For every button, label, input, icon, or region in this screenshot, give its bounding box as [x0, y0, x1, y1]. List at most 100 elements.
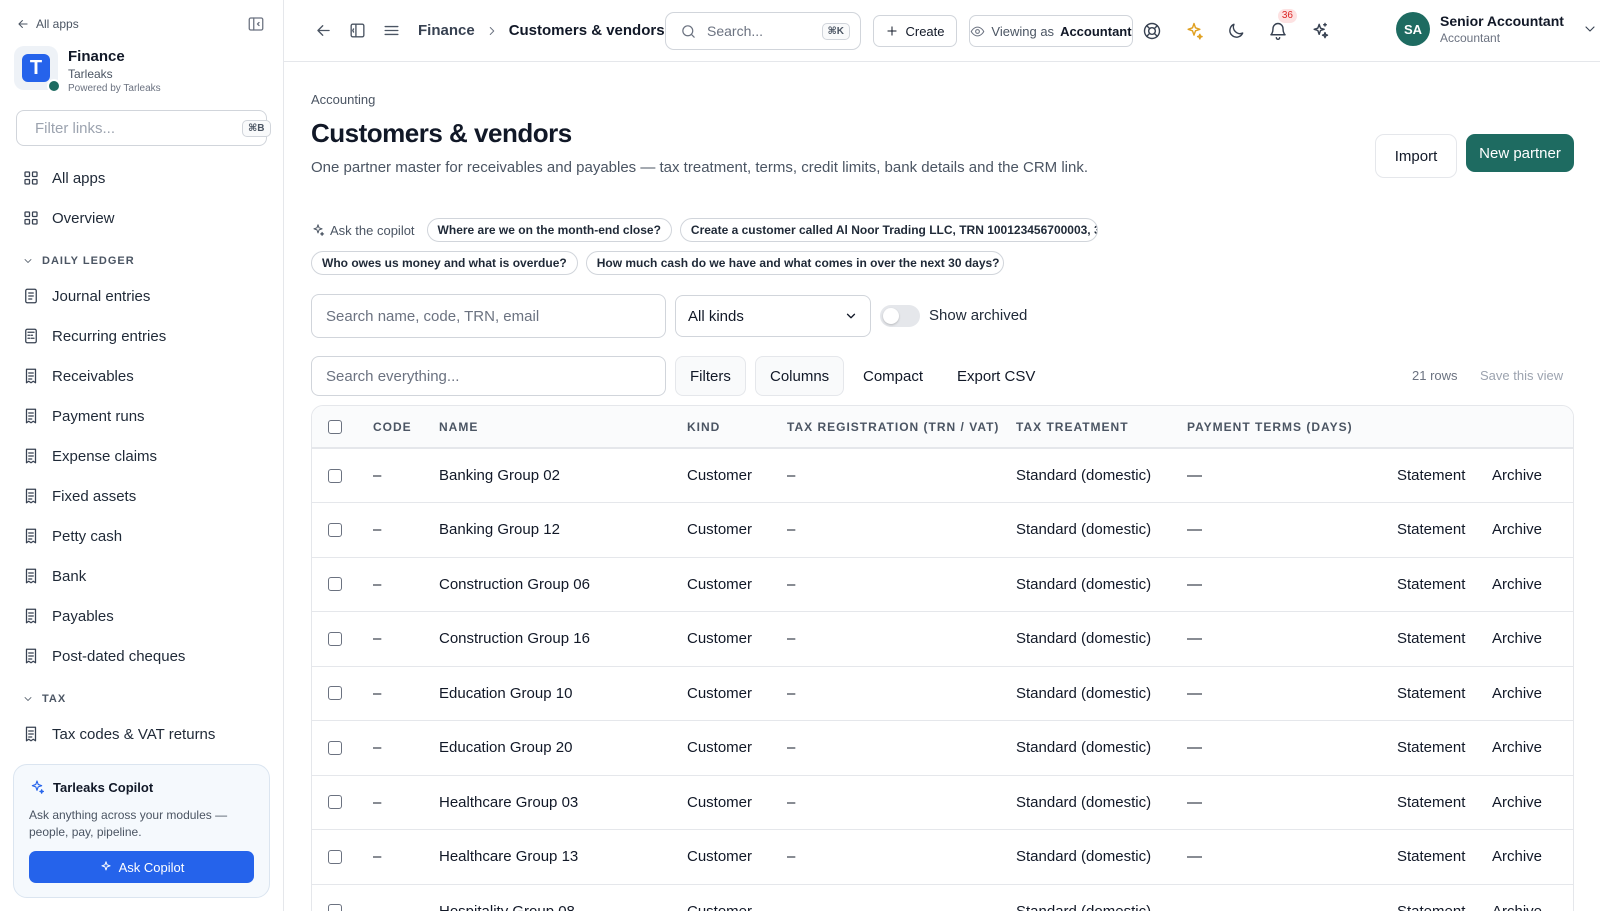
viewing-as-button[interactable]: Viewing as Accountant: [969, 15, 1133, 47]
cell-name[interactable]: Education Group 10: [439, 666, 687, 721]
row-checkbox[interactable]: [328, 577, 342, 592]
statement-link[interactable]: Statement: [1397, 576, 1465, 593]
column-header[interactable]: Name: [439, 406, 687, 449]
cell-name[interactable]: Healthcare Group 03: [439, 775, 687, 830]
table-row[interactable]: – Construction Group 06 Customer – Standard …: [312, 557, 1573, 612]
column-header[interactable]: Kind: [687, 406, 787, 449]
columns-button[interactable]: Columns: [755, 356, 845, 396]
compact-button[interactable]: Compact: [863, 356, 923, 396]
table-row[interactable]: – Education Group 20 Customer – Standard (do…: [312, 720, 1573, 776]
archive-link[interactable]: Archive: [1492, 467, 1542, 484]
cell-name[interactable]: Construction Group 16: [439, 611, 687, 667]
help-button[interactable]: [1135, 14, 1169, 48]
sidebar-item-expense-claims[interactable]: Expense claims: [0, 436, 283, 476]
collapse-sidebar-button[interactable]: [247, 15, 265, 33]
archive-link[interactable]: Archive: [1492, 576, 1542, 593]
sidebar-item-tax-codes-vat-returns[interactable]: Tax codes & VAT returns: [0, 714, 283, 754]
global-search[interactable]: Search... ⌘K: [665, 12, 861, 50]
breadcrumb-finance[interactable]: Finance: [418, 22, 475, 39]
table-row[interactable]: – Construction Group 16 Customer – Standard …: [312, 611, 1573, 667]
row-checkbox[interactable]: [328, 849, 342, 864]
new-partner-button[interactable]: New partner: [1466, 134, 1574, 172]
select-all-checkbox[interactable]: [328, 419, 342, 434]
suggestion-chip[interactable]: Create a customer called Al Noor Trading…: [679, 218, 1098, 242]
cell-name[interactable]: Construction Group 06: [439, 557, 687, 612]
table-row[interactable]: – Healthcare Group 03 Customer – Standard (d…: [312, 775, 1573, 830]
row-checkbox[interactable]: [328, 468, 342, 483]
create-button[interactable]: Create: [873, 15, 957, 47]
sidebar-item-post-dated-cheques[interactable]: Post-dated cheques: [0, 636, 283, 676]
archive-link[interactable]: Archive: [1492, 903, 1542, 911]
cell-name[interactable]: Hospitality Group 08: [439, 884, 687, 911]
column-header[interactable]: Tax treatment: [1016, 406, 1187, 449]
sidebar-item-petty-cash[interactable]: Petty cash: [0, 516, 283, 556]
show-archived-toggle[interactable]: [880, 305, 920, 327]
row-checkbox[interactable]: [328, 686, 342, 701]
table-row[interactable]: – Healthcare Group 13 Customer – Standard (d…: [312, 829, 1573, 885]
statement-link[interactable]: Statement: [1397, 794, 1465, 811]
save-view-button[interactable]: Save this view: [1480, 368, 1563, 383]
notifications-button[interactable]: 36: [1261, 9, 1297, 48]
filter-links-input[interactable]: [35, 119, 234, 137]
table-row[interactable]: – Banking Group 12 Customer – Standard (dome…: [312, 502, 1573, 558]
ai-sparkle-button[interactable]: [1177, 14, 1211, 48]
table-row[interactable]: – Banking Group 02 Customer – Standard (dome…: [312, 448, 1573, 503]
import-button[interactable]: Import: [1375, 134, 1457, 178]
archive-link[interactable]: Archive: [1492, 630, 1542, 647]
assistant-button[interactable]: [1303, 14, 1337, 48]
statement-link[interactable]: Statement: [1397, 685, 1465, 702]
statement-link[interactable]: Statement: [1397, 739, 1465, 756]
table-row[interactable]: – Education Group 10 Customer – Standard (do…: [312, 666, 1573, 721]
archive-link[interactable]: Archive: [1492, 794, 1542, 811]
search-everything-input[interactable]: [311, 356, 666, 396]
sidebar-item-receivables[interactable]: Receivables: [0, 356, 283, 396]
section-daily-ledger[interactable]: DAILY LEDGER: [0, 238, 283, 276]
archive-link[interactable]: Archive: [1492, 739, 1542, 756]
cell-name[interactable]: Education Group 20: [439, 720, 687, 776]
ask-copilot-button[interactable]: Ask Copilot: [29, 851, 254, 883]
cell-name[interactable]: Banking Group 02: [439, 448, 687, 503]
kind-select[interactable]: All kinds: [675, 295, 871, 337]
sidebar-item-recurring-entries[interactable]: Recurring entries: [0, 316, 283, 356]
row-checkbox[interactable]: [328, 631, 342, 646]
partner-search-input[interactable]: [311, 294, 666, 338]
archive-link[interactable]: Archive: [1492, 685, 1542, 702]
sidebar-item-fixed-assets[interactable]: Fixed assets: [0, 476, 283, 516]
row-checkbox[interactable]: [328, 904, 342, 911]
toggle-panel-button[interactable]: [340, 14, 374, 48]
statement-link[interactable]: Statement: [1397, 467, 1465, 484]
sidebar-item-payment-runs[interactable]: Payment runs: [0, 396, 283, 436]
section-tax[interactable]: TAX: [0, 676, 283, 714]
statement-link[interactable]: Statement: [1397, 848, 1465, 865]
filters-button[interactable]: Filters: [675, 356, 746, 396]
user-menu[interactable]: SA Senior Accountant Accountant: [1396, 12, 1598, 46]
suggestion-chip[interactable]: How much cash do we have and what comes …: [585, 251, 1004, 275]
menu-button[interactable]: [374, 14, 408, 48]
column-header[interactable]: Tax registration (TRN / VAT): [787, 406, 1016, 449]
statement-link[interactable]: Statement: [1397, 903, 1465, 911]
sidebar-item-payables[interactable]: Payables: [0, 596, 283, 636]
sidebar-item-journal-entries[interactable]: Journal entries: [0, 276, 283, 316]
row-checkbox[interactable]: [328, 795, 342, 810]
all-apps-back-link[interactable]: All apps: [16, 17, 79, 31]
row-checkbox[interactable]: [328, 740, 342, 755]
back-button[interactable]: [306, 14, 340, 48]
theme-toggle-button[interactable]: [1219, 14, 1253, 48]
chevron-down-icon: [24, 259, 32, 263]
statement-link[interactable]: Statement: [1397, 630, 1465, 647]
suggestion-chip[interactable]: Where are we on the month-end close?: [426, 218, 672, 242]
sidebar-item-overview[interactable]: Overview: [0, 198, 283, 238]
archive-link[interactable]: Archive: [1492, 521, 1542, 538]
row-checkbox[interactable]: [328, 522, 342, 537]
sidebar-item-all-apps[interactable]: All apps: [0, 158, 283, 198]
sidebar-item-bank[interactable]: Bank: [0, 556, 283, 596]
statement-link[interactable]: Statement: [1397, 521, 1465, 538]
suggestion-chip[interactable]: Who owes us money and what is overdue?: [311, 251, 578, 275]
table-row[interactable]: –Hospitality Group 08Customer–Standard (…: [312, 884, 1573, 911]
archive-link[interactable]: Archive: [1492, 848, 1542, 865]
export-csv-button[interactable]: Export CSV: [957, 356, 1035, 396]
column-header[interactable]: Payment terms (days): [1187, 406, 1397, 449]
cell-name[interactable]: Healthcare Group 13: [439, 829, 687, 885]
column-header[interactable]: Code: [373, 406, 439, 449]
cell-name[interactable]: Banking Group 12: [439, 502, 687, 558]
